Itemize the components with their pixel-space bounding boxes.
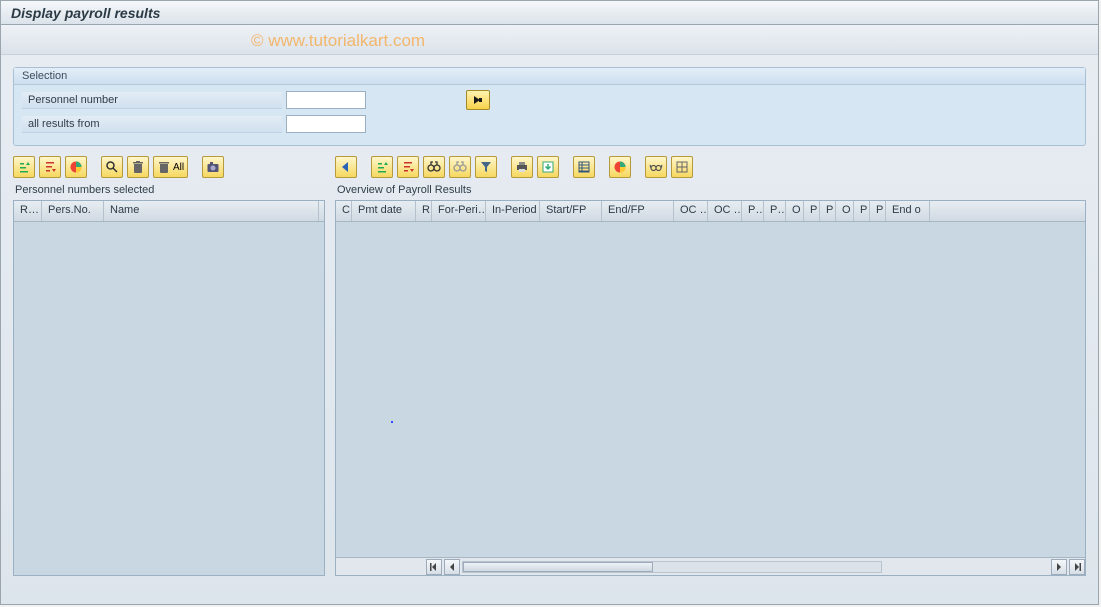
scroll-track[interactable] [462, 561, 882, 573]
grid-button[interactable] [671, 156, 693, 178]
left-grid[interactable]: R…Pers.No.Name [13, 200, 325, 576]
column-header[interactable]: P [854, 201, 870, 221]
glasses-button[interactable] [645, 156, 667, 178]
find-binoculars-icon [427, 160, 441, 174]
filter-button[interactable] [475, 156, 497, 178]
column-header[interactable]: For-Peri… [432, 201, 486, 221]
back-icon [339, 160, 353, 174]
column-header[interactable]: P [820, 201, 836, 221]
left-grid-body [14, 222, 324, 556]
sort-descending-button[interactable] [39, 156, 61, 178]
personnel-number-label: Personnel number [22, 92, 282, 109]
dot-marker [391, 421, 393, 423]
right-panel: Overview of Payroll Results CPmt dateRFo… [335, 156, 1086, 576]
multiple-selection-button[interactable] [466, 90, 490, 110]
sort-ascending-icon [375, 160, 389, 174]
column-header[interactable]: Pers.No. [42, 201, 104, 221]
selection-group-title: Selection [14, 68, 1085, 85]
find-icon [105, 160, 119, 174]
column-header[interactable]: Name [104, 201, 319, 221]
find-next-icon [453, 160, 467, 174]
personnel-number-input[interactable] [286, 91, 366, 109]
column-header[interactable]: OC … [708, 201, 742, 221]
scroll-thumb[interactable] [463, 562, 653, 572]
back-button[interactable] [335, 156, 357, 178]
chart-icon [613, 160, 627, 174]
left-panel-title: Personnel numbers selected [13, 182, 325, 200]
delete-button[interactable] [127, 156, 149, 178]
column-header[interactable]: OC … [674, 201, 708, 221]
sort-ascending-button[interactable] [371, 156, 393, 178]
selection-group: Selection Personnel number all results f… [13, 67, 1086, 146]
filter-icon [479, 160, 493, 174]
arrow-right-icon [472, 94, 484, 106]
grid-icon [675, 160, 689, 174]
right-grid-body [336, 222, 1085, 556]
left-panel: All Personnel numbers selected R…Pers.No… [13, 156, 325, 576]
sort-ascending-button[interactable] [13, 156, 35, 178]
select-all-icon [157, 160, 171, 174]
sort-ascending-icon [17, 160, 31, 174]
column-header[interactable]: P… [742, 201, 764, 221]
print-button[interactable] [511, 156, 533, 178]
scroll-first-button[interactable] [426, 559, 442, 575]
column-header[interactable]: Pmt date [352, 201, 416, 221]
left-toolbar: All [13, 156, 325, 178]
column-header[interactable]: R [416, 201, 432, 221]
layout-button[interactable] [573, 156, 595, 178]
right-toolbar [335, 156, 1086, 178]
export-button[interactable] [537, 156, 559, 178]
column-header[interactable]: P… [764, 201, 786, 221]
chart-button[interactable] [609, 156, 631, 178]
chart-button[interactable] [65, 156, 87, 178]
scroll-right-button[interactable] [1051, 559, 1067, 575]
export-icon [541, 160, 555, 174]
page-title: Display payroll results [1, 1, 1098, 25]
camera-icon [206, 160, 220, 174]
column-header[interactable]: In-Period [486, 201, 540, 221]
sort-descending-icon [43, 160, 57, 174]
find-binoculars-button[interactable] [423, 156, 445, 178]
column-header[interactable]: R… [14, 201, 42, 221]
delete-icon [131, 160, 145, 174]
column-header[interactable]: C [336, 201, 352, 221]
sort-descending-icon [401, 160, 415, 174]
column-header[interactable]: End/FP [602, 201, 674, 221]
layout-icon [577, 160, 591, 174]
right-grid[interactable]: CPmt dateRFor-Peri…In-PeriodStart/FPEnd/… [335, 200, 1086, 576]
content-area: Selection Personnel number all results f… [1, 55, 1098, 588]
column-header[interactable]: O [786, 201, 804, 221]
app-window: Display payroll results © www.tutorialka… [0, 0, 1099, 605]
column-header[interactable]: P [870, 201, 886, 221]
glasses-icon [649, 160, 663, 174]
column-header[interactable]: Start/FP [540, 201, 602, 221]
button-text: All [173, 162, 184, 173]
app-toolbar-empty [1, 25, 1098, 55]
print-icon [515, 160, 529, 174]
find-button[interactable] [101, 156, 123, 178]
sort-descending-button[interactable] [397, 156, 419, 178]
scroll-left-button[interactable] [444, 559, 460, 575]
right-panel-title: Overview of Payroll Results [335, 182, 1086, 200]
horizontal-scrollbar[interactable] [336, 557, 1085, 575]
find-next-button[interactable] [449, 156, 471, 178]
camera-button[interactable] [202, 156, 224, 178]
select-all-button[interactable]: All [153, 156, 188, 178]
column-header[interactable]: P [804, 201, 820, 221]
chart-icon [69, 160, 83, 174]
scroll-last-button[interactable] [1069, 559, 1085, 575]
all-results-from-input[interactable] [286, 115, 366, 133]
all-results-from-label: all results from [22, 116, 282, 133]
column-header[interactable]: End o [886, 201, 930, 221]
column-header[interactable]: O [836, 201, 854, 221]
